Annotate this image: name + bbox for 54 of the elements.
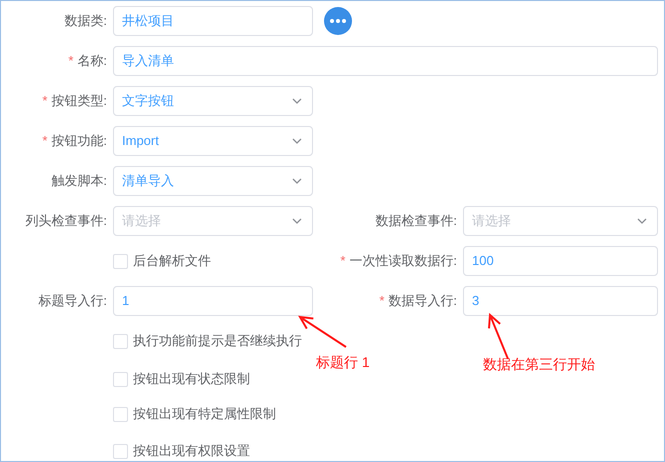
field-value: 导入清单 (122, 52, 174, 70)
field-value: 井松项目 (122, 12, 174, 30)
placeholder: 请选择 (472, 212, 511, 230)
field-value: 清单导入 (122, 172, 174, 190)
select-field[interactable]: 文字按钮 (113, 86, 313, 116)
field-label: 标题导入行: (38, 292, 107, 310)
checkbox[interactable] (113, 334, 128, 348)
field-value: Import (122, 132, 159, 150)
chevron-down-icon (292, 138, 302, 144)
checkbox-label: 按钮出现有特定属性限制 (133, 405, 276, 424)
field-value: 1 (122, 292, 130, 310)
required-mark: * (42, 92, 48, 110)
placeholder: 请选择 (122, 212, 161, 230)
field-label: 数据检查事件: (375, 212, 457, 230)
checkbox-label: 执行功能前提示是否继续执行 (133, 332, 302, 350)
select-field[interactable]: 请选择 (463, 206, 658, 236)
field-label: 名称: (77, 52, 107, 70)
field-label: 触发脚本: (51, 172, 107, 190)
input-field[interactable]: 1 (113, 286, 313, 316)
annotation-text: 标题行 1 (316, 353, 370, 372)
ellipsis-icon (330, 19, 346, 23)
more-button[interactable] (324, 7, 352, 35)
chevron-down-icon (637, 218, 647, 224)
field-value: 3 (472, 292, 480, 310)
select-field[interactable]: Import (113, 126, 313, 156)
field-label: 列头检查事件: (25, 212, 107, 230)
input-field[interactable]: 井松项目 (113, 6, 313, 36)
field-label: 数据导入行: (388, 292, 457, 310)
field-value: 100 (472, 252, 494, 270)
required-mark: * (340, 252, 346, 270)
select-field[interactable]: 清单导入 (113, 166, 313, 196)
checkbox[interactable] (113, 406, 128, 422)
checkbox[interactable] (113, 372, 128, 386)
checkbox-label: 按钮出现有权限设置 (133, 442, 250, 460)
field-label: 数据类: (64, 12, 107, 30)
annotation-text: 数据在第三行开始 (483, 355, 595, 374)
chevron-down-icon (292, 218, 302, 224)
checkbox-label: 后台解析文件 (133, 252, 211, 270)
required-mark: * (68, 52, 74, 70)
field-label: 按钮类型: (51, 92, 107, 110)
field-label: 按钮功能: (51, 132, 107, 150)
field-value: 文字按钮 (122, 92, 174, 110)
field-label: 一次性读取数据行: (349, 252, 457, 270)
select-field[interactable]: 请选择 (113, 206, 313, 236)
checkbox[interactable] (113, 444, 128, 458)
required-mark: * (379, 292, 384, 310)
input-field[interactable]: 导入清单 (113, 46, 658, 76)
required-mark: * (42, 132, 48, 150)
input-field[interactable]: 3 (463, 286, 658, 316)
checkbox-label: 按钮出现有状态限制 (133, 370, 250, 388)
checkbox[interactable] (113, 254, 128, 268)
chevron-down-icon (292, 178, 302, 184)
input-field[interactable]: 100 (463, 246, 658, 276)
chevron-down-icon (292, 98, 302, 104)
